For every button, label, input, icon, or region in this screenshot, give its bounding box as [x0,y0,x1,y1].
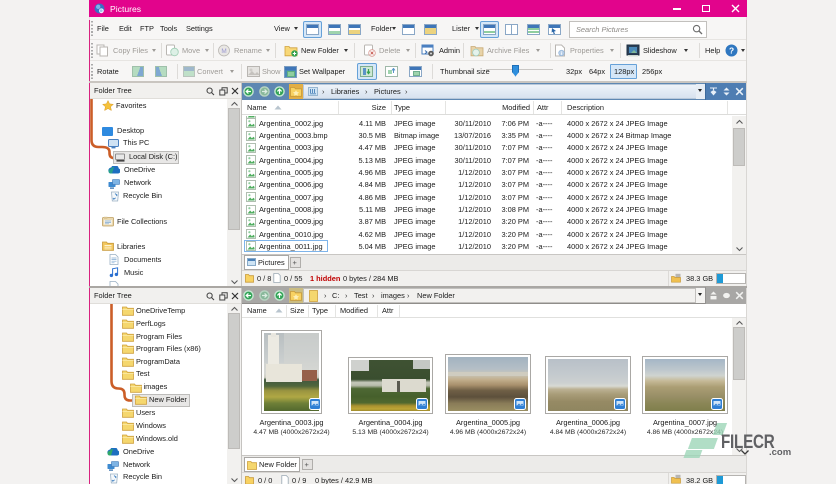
svg-text:?: ? [729,45,734,55]
svg-text:M: M [221,48,226,55]
